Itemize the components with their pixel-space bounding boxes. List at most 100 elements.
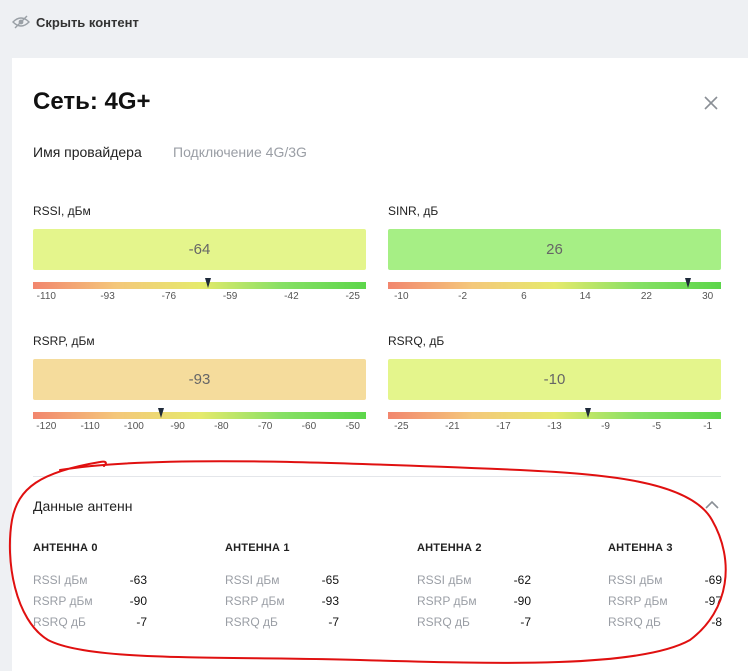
page-title: Сеть: 4G+ [33, 88, 151, 115]
tick-label: -17 [496, 421, 511, 432]
rsrq-row-value: -7 [328, 615, 339, 629]
sinr-value: 26 [546, 241, 563, 258]
tick-label: -13 [547, 421, 562, 432]
rssi-row-value: -63 [129, 573, 147, 587]
tick-label: 22 [640, 291, 652, 302]
tab-provider-name[interactable]: Имя провайдера [33, 144, 142, 160]
rsrq-row: RSRQ дБ -7 [33, 615, 147, 633]
tick-label: -60 [301, 421, 317, 432]
antenna-name: АНТЕННА 1 [225, 542, 290, 554]
rsrq-value: -10 [543, 371, 566, 388]
rsrp-row-label: RSRP дБм [33, 594, 93, 608]
tick-label: -5 [652, 421, 662, 432]
rssi-metric: RSSI, дБм -64 -110 -93 -76 -59 -42 -25 [33, 204, 366, 305]
tick-label: -59 [222, 291, 238, 302]
antennas-section-title: Данные антенн [33, 498, 133, 514]
tick-label: -10 [394, 291, 409, 302]
rssi-row-value: -62 [513, 573, 531, 587]
rsrp-metric: RSRP, дБм -93 -120 -110 -100 -90 -80 -70 -60 -5… [33, 334, 366, 435]
sinr-marker [684, 278, 691, 288]
rssi-value-box: -64 [33, 229, 366, 270]
rsrq-row: RSRQ дБ -7 [225, 615, 339, 633]
rssi-row-value: -69 [704, 573, 722, 587]
tick-label: -76 [161, 291, 177, 302]
tick-label: -1 [703, 421, 713, 432]
rssi-row: RSSI дБм -65 [225, 573, 339, 591]
tick-label: -70 [257, 421, 273, 432]
tab-connection-4g-3g[interactable]: Подключение 4G/3G [173, 144, 307, 160]
tick-label: -2 [458, 291, 468, 302]
rsrq-row-value: -7 [520, 615, 531, 629]
tick-label: -9 [601, 421, 610, 432]
rsrp-tick-labels: -120 -110 -100 -90 -80 -70 -60 -50 [33, 421, 366, 435]
rsrp-row: RSRP дБм -90 [33, 594, 147, 612]
network-panel: Сеть: 4G+ Имя провайдера Подключение 4G/… [12, 58, 748, 671]
tick-label: -42 [284, 291, 299, 302]
rsrp-scale-bar [33, 408, 366, 419]
rsrq-metric: RSRQ, дБ -10 -25 -21 -17 -13 -9 -5 -1 [388, 334, 721, 435]
rsrp-row-label: RSRP дБм [417, 594, 477, 608]
rsrp-row: RSRP дБм -93 [225, 594, 339, 612]
sinr-metric: SINR, дБ 26 -10 -2 6 14 22 30 [388, 204, 721, 305]
tick-label: 14 [579, 291, 591, 302]
sinr-label: SINR, дБ [388, 204, 439, 218]
antenna-name: АНТЕННА 0 [33, 542, 98, 554]
rssi-row-label: RSSI дБм [417, 573, 472, 587]
rssi-row-label: RSSI дБм [608, 573, 663, 587]
rsrp-row-value: -90 [129, 594, 147, 608]
rsrp-row-value: -90 [513, 594, 531, 608]
rssi-marker [204, 278, 211, 288]
rsrp-value: -93 [188, 371, 211, 388]
section-divider [33, 476, 721, 477]
tick-label: -80 [214, 421, 229, 432]
rsrq-marker [584, 408, 591, 418]
rsrp-row: RSRP дБм -90 [417, 594, 531, 612]
antenna-2: АНТЕННА 2 RSSI дБм -62 RSRP дБм -90 RSRQ д… [417, 542, 567, 629]
rsrq-value-box: -10 [388, 359, 721, 400]
rssi-row: RSSI дБм -69 [608, 573, 722, 591]
rsrq-row-label: RSRQ дБ [225, 615, 278, 629]
rsrq-scale-bar [388, 408, 721, 419]
rsrp-marker [158, 408, 165, 418]
hide-content-label: Скрыть контент [36, 14, 139, 30]
tick-label: -21 [445, 421, 460, 432]
rssi-row: RSSI дБм -62 [417, 573, 531, 591]
eye-slash-icon [12, 15, 30, 29]
rsrp-value-box: -93 [33, 359, 366, 400]
rsrq-row-label: RSRQ дБ [608, 615, 661, 629]
rssi-row: RSSI дБм -63 [33, 573, 147, 591]
sinr-scale-bar [388, 278, 721, 289]
rssi-label: RSSI, дБм [33, 204, 91, 218]
sinr-tick-labels: -10 -2 6 14 22 30 [388, 291, 721, 305]
rsrq-row-label: RSRQ дБ [33, 615, 86, 629]
close-icon[interactable] [702, 94, 720, 112]
tick-label: 30 [702, 291, 714, 302]
antenna-0: АНТЕННА 0 RSSI дБм -63 RSRP дБм -90 RSRQ д… [33, 542, 183, 629]
tick-label: -25 [345, 291, 360, 302]
tick-label: -25 [394, 421, 409, 432]
rsrq-row: RSRQ дБ -8 [608, 615, 722, 633]
tick-label: -93 [100, 291, 115, 302]
chevron-up-icon[interactable] [704, 498, 720, 512]
tick-label: -50 [345, 421, 360, 432]
antenna-name: АНТЕННА 2 [417, 542, 482, 554]
hide-content-bar[interactable]: Скрыть контент [0, 0, 748, 44]
tick-label: -110 [80, 421, 100, 432]
tick-label: -90 [170, 421, 185, 432]
rsrq-tick-labels: -25 -21 -17 -13 -9 -5 -1 [388, 421, 721, 435]
antenna-3: АНТЕННА 3 RSSI дБм -69 RSRP дБм -97 RSRQ д… [608, 542, 748, 629]
rssi-row-label: RSSI дБм [225, 573, 280, 587]
rsrp-label: RSRP, дБм [33, 334, 95, 348]
rssi-value: -64 [188, 241, 211, 258]
rssi-row-label: RSSI дБм [33, 573, 88, 587]
rssi-tick-labels: -110 -93 -76 -59 -42 -25 [33, 291, 366, 305]
rsrq-row-value: -8 [711, 615, 722, 629]
tick-label: -120 [36, 421, 57, 432]
rsrq-row-label: RSRQ дБ [417, 615, 470, 629]
antenna-1: АНТЕННА 1 RSSI дБм -65 RSRP дБм -93 RSRQ д… [225, 542, 375, 629]
tick-label: 6 [521, 291, 527, 302]
rsrp-row-value: -93 [321, 594, 339, 608]
tick-label: -100 [123, 421, 144, 432]
rsrp-row-label: RSRP дБм [608, 594, 668, 608]
rsrq-row-value: -7 [136, 615, 147, 629]
